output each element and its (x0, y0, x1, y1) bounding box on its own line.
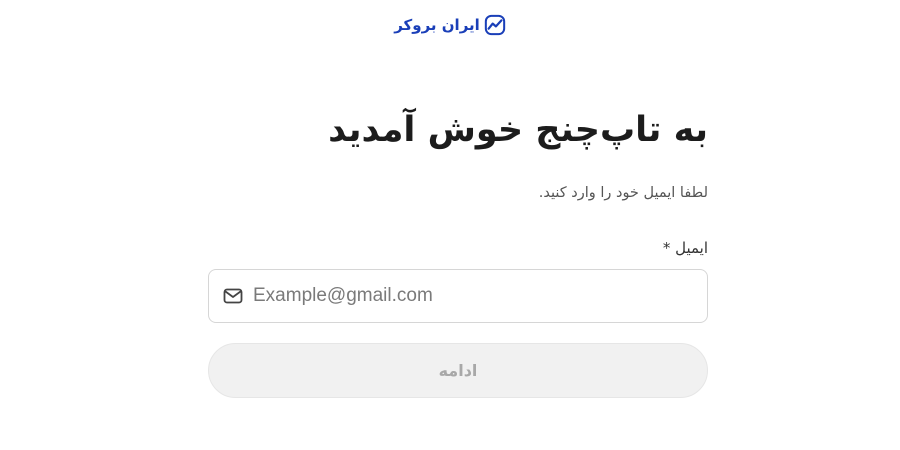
brand-logo[interactable]: ایران بروکر (0, 14, 900, 36)
brand-logo-text: ایران بروکر (394, 16, 480, 34)
chart-line-logo-icon (484, 14, 505, 36)
continue-button[interactable]: ادامه (208, 343, 708, 398)
mail-icon (223, 288, 243, 304)
login-form: به تاپ‌چنج خوش آمدید لطفا ایمیل خود را و… (208, 100, 708, 398)
page-subtitle: لطفا ایمیل خود را وارد کنید. (538, 185, 708, 201)
login-page: ایران بروکر به تاپ‌چنج خوش آمدید لطفا ای… (0, 0, 900, 450)
page-title: به تاپ‌چنج خوش آمدید (328, 110, 708, 150)
email-field-label: ایمیل * (662, 239, 708, 257)
email-input[interactable] (253, 270, 693, 322)
email-field[interactable] (208, 269, 708, 323)
